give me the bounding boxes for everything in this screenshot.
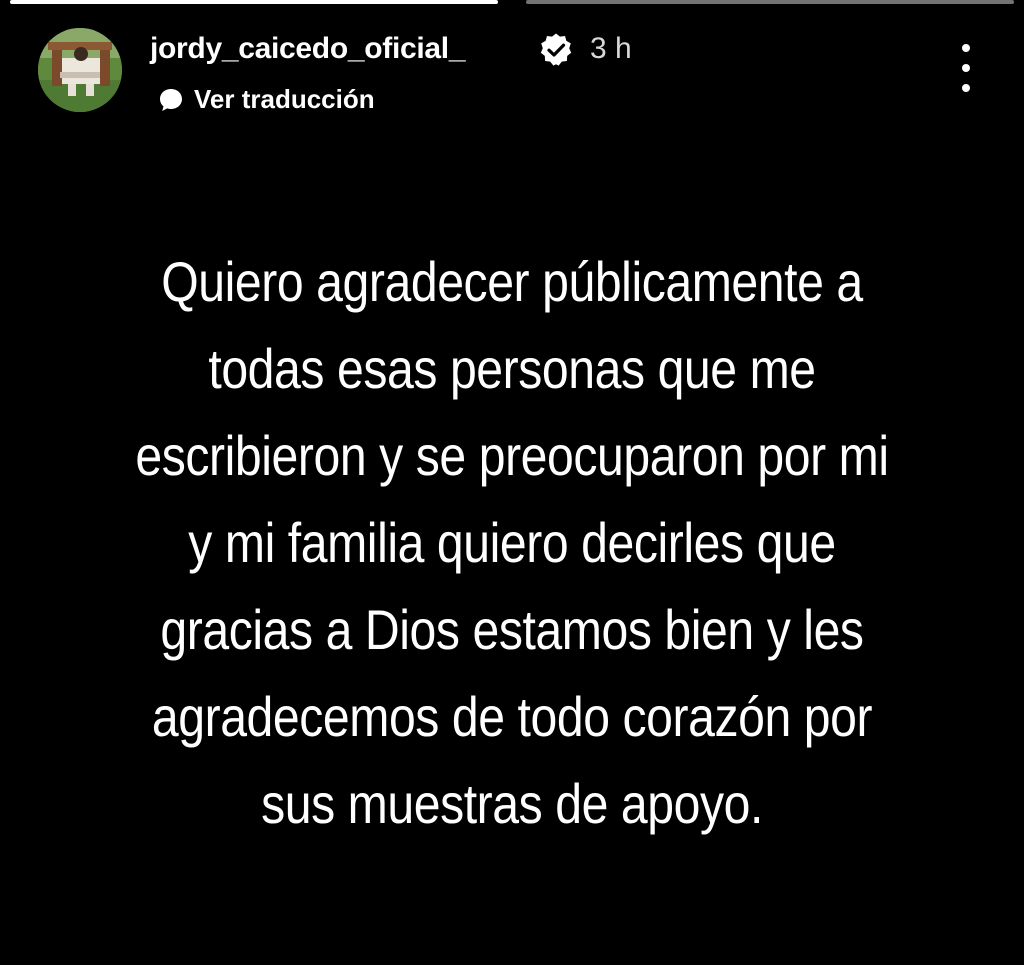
story-viewer[interactable]: jordy_caicedo_oficial_ 3 h Ver traducció… bbox=[0, 0, 1024, 965]
avatar[interactable] bbox=[38, 28, 122, 112]
story-text-line: sus muestras de apoyo. bbox=[261, 772, 763, 835]
story-text-line: escribieron y se preocuparon por mi bbox=[135, 424, 889, 487]
translate-button[interactable]: Ver traducción bbox=[158, 84, 375, 115]
progress-segment-1 bbox=[10, 0, 498, 4]
username[interactable]: jordy_caicedo_oficial_ bbox=[150, 32, 466, 66]
story-text-line: agradecemos de todo corazón por bbox=[151, 685, 873, 748]
verified-badge-icon bbox=[540, 33, 572, 66]
story-text: Quiero agradecer públicamente a todas es… bbox=[60, 238, 964, 847]
translate-label: Ver traducción bbox=[194, 84, 375, 114]
story-text-line: todas esas personas que me bbox=[208, 337, 816, 400]
progress-segment-2 bbox=[526, 0, 1014, 4]
speech-bubble-icon bbox=[160, 88, 182, 111]
progress-fill-1 bbox=[10, 0, 498, 4]
story-header: jordy_caicedo_oficial_ 3 h Ver traducció… bbox=[38, 28, 986, 118]
more-vertical-icon[interactable] bbox=[958, 44, 974, 92]
time-ago: 3 h bbox=[590, 32, 632, 65]
more-dot bbox=[962, 64, 970, 72]
more-dot bbox=[962, 44, 970, 52]
story-text-line: Quiero agradecer públicamente a bbox=[161, 250, 863, 313]
avatar-photo-icon bbox=[38, 28, 122, 112]
story-text-line: y mi familia quiero decirles que bbox=[188, 511, 836, 574]
story-progress-bar bbox=[10, 0, 1014, 5]
more-dot bbox=[962, 84, 970, 92]
story-text-line: gracias a Dios estamos bien y les bbox=[160, 598, 864, 661]
